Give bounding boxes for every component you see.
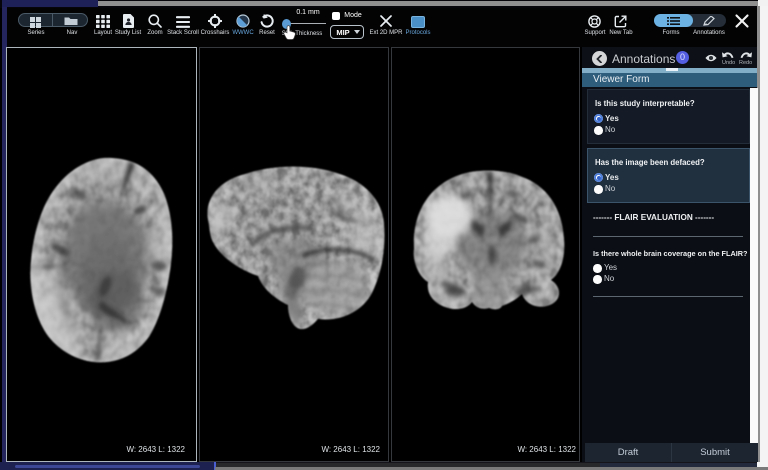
svg-text:W: 2643 L: 1322: W: 2643 L: 1322 <box>126 445 185 454</box>
svg-text:W: 2643 L: 1322: W: 2643 L: 1322 <box>517 445 576 454</box>
svg-text:W: 2643 L: 1322: W: 2643 L: 1322 <box>321 445 380 454</box>
